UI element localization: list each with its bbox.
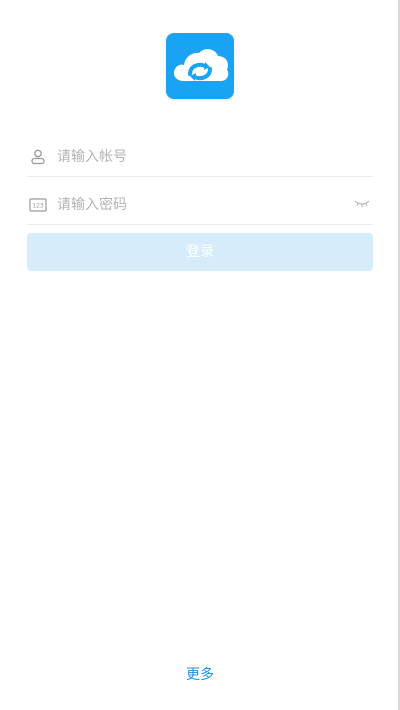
more-link[interactable]: 更多 xyxy=(150,664,250,684)
cloud-sync-icon xyxy=(173,49,229,81)
account-input[interactable] xyxy=(57,144,337,170)
app-logo xyxy=(166,33,234,99)
svg-text:123: 123 xyxy=(32,203,44,210)
user-icon xyxy=(31,149,45,165)
keypad-123-icon: 123 xyxy=(29,198,47,212)
login-screen: 123 登录 更多 xyxy=(0,0,400,710)
password-input[interactable] xyxy=(57,192,337,218)
password-field: 123 xyxy=(27,184,373,225)
eye-closed-icon[interactable] xyxy=(353,199,371,209)
account-field xyxy=(27,136,373,177)
login-button[interactable]: 登录 xyxy=(27,233,373,271)
